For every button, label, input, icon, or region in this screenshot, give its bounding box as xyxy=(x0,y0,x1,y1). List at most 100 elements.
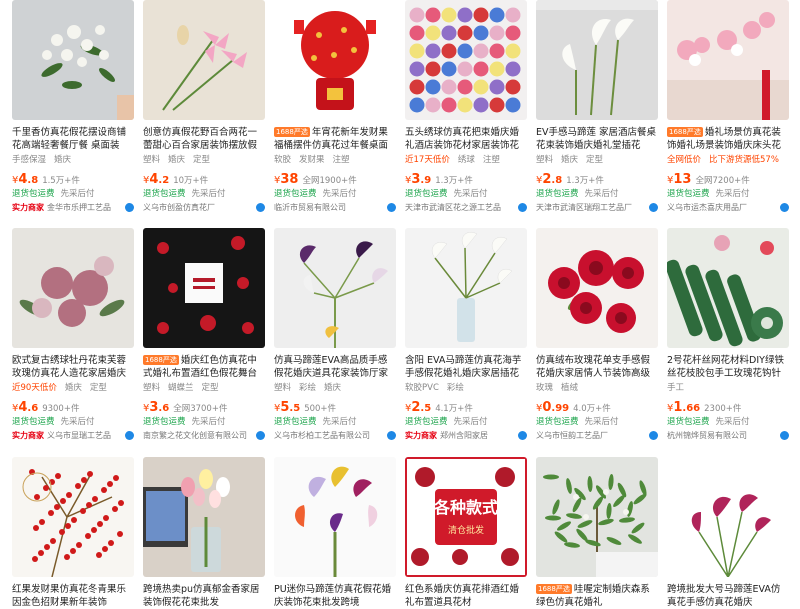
chat-icon[interactable] xyxy=(125,203,134,212)
product-image[interactable] xyxy=(274,228,396,348)
service-info: 退货包运费 先采后付 xyxy=(274,187,396,201)
product-image[interactable] xyxy=(143,457,265,577)
product-image[interactable] xyxy=(405,228,527,348)
chat-icon[interactable] xyxy=(649,203,658,212)
product-title[interactable]: 2号花杆丝网花材料DIY绿铁丝花枝胶包手工玫瑰花钩针 xyxy=(667,354,789,380)
chat-icon[interactable] xyxy=(649,431,658,440)
product-card[interactable]: 红果发财果仿真花冬青果乐因金色招财果新年装饰 xyxy=(12,457,134,609)
chat-icon[interactable] xyxy=(780,203,789,212)
product-card[interactable]: 1688严选 哇喔定制婚庆森系绿色仿真花婚礼 xyxy=(536,457,658,609)
product-title[interactable]: 1688严选 哇喔定制婚庆森系绿色仿真花婚礼 xyxy=(536,583,658,609)
chat-icon[interactable] xyxy=(518,431,527,440)
shop-name[interactable]: 义乌市创盈仿真花厂 xyxy=(143,203,215,212)
product-image[interactable] xyxy=(536,0,658,120)
product-image[interactable] xyxy=(667,0,789,120)
product-title[interactable]: 欧式复古绣球牡丹花束芙蓉玫瑰仿真花人造花家居婚庆 xyxy=(12,354,134,380)
product-card[interactable]: 千里香仿真花假花摆设商铺花高端轻奢餐厅餐 桌面装 手感保湿 婚庆 ¥4.8 1.5万+件… xyxy=(12,0,134,215)
product-card[interactable]: 1688严选婚礼场景仿真花装饰婚礼场景装饰婚庆床头花束全网低价比下游货源低57%… xyxy=(667,0,789,215)
product-image[interactable] xyxy=(12,457,134,577)
product-title[interactable]: 红色系婚庆仿真花排酒红婚礼布置道具花材 xyxy=(405,583,527,609)
shop-name[interactable]: 天津市武清区花之源工艺品 xyxy=(405,203,501,212)
chat-icon[interactable] xyxy=(780,431,789,440)
product-image[interactable] xyxy=(274,0,396,120)
product-title[interactable]: PU迷你马蹄莲仿真花假花婚庆装饰花束批发跨境 xyxy=(274,583,396,609)
product-title[interactable]: EV手感马蹄莲 家居酒店餐桌花束装饰婚庆婚礼堂插花 xyxy=(536,126,658,152)
service-info: 退货包运费 先采后付 xyxy=(12,187,134,201)
shop-info[interactable]: 天津市武清区瑞翔工艺品厂 xyxy=(536,201,658,215)
product-card[interactable]: PU迷你马蹄莲仿真花假花婚庆装饰花束批发跨境 xyxy=(274,457,396,609)
product-card[interactable]: 仿真马蹄莲EVA高品质手感假花婚庆道具花家装饰厅家 塑料 彩绘 婚庆 ¥5.5 500+件… xyxy=(274,228,396,443)
chat-icon[interactable] xyxy=(125,431,134,440)
product-tag: 塑料 xyxy=(143,383,161,393)
shop-name[interactable]: 义乌市杉柏工艺品有限公司 xyxy=(274,431,370,440)
product-title[interactable]: 仿真绒布玫瑰花单支手感假花婚庆家居情人节装饰高级 xyxy=(536,354,658,380)
product-image[interactable] xyxy=(143,0,265,120)
shop-info[interactable]: 临沂市贸易有限公司 xyxy=(274,201,396,215)
shop-info[interactable]: 实力商家 义乌市显瑞工艺品 xyxy=(12,429,134,443)
product-image[interactable] xyxy=(405,0,527,120)
product-image[interactable] xyxy=(274,457,396,577)
product-card[interactable]: 五头绣球仿真花把束婚庆婚礼酒店装饰花材家居装饰花 近17天低价 绣球 注塑 ¥3.9 1.… xyxy=(405,0,527,215)
product-title[interactable]: 千里香仿真花假花摆设商铺花高端轻奢餐厅餐 桌面装 xyxy=(12,126,134,152)
chat-icon[interactable] xyxy=(256,203,265,212)
chat-icon[interactable] xyxy=(387,431,396,440)
product-card[interactable]: 欧式复古绣球牡丹花束芙蓉玫瑰仿真花人造花家居婚庆 近90天低价 婚庆 定型 ¥4.6 93… xyxy=(12,228,134,443)
product-image[interactable] xyxy=(667,457,789,577)
shop-info[interactable]: 南京繁之花文化创意有限公司 xyxy=(143,429,265,443)
product-image[interactable] xyxy=(12,0,134,120)
product-card[interactable]: 各种款式 清仓批发红色系婚庆仿真花排酒红婚礼布置道具花材 xyxy=(405,457,527,609)
product-card[interactable]: 仿真绒布玫瑰花单支手感假花婚庆家居情人节装饰高级 玫瑰 植绒 ¥0.99 4.0万+件退… xyxy=(536,228,658,443)
shop-info[interactable]: 义乌市创盈仿真花厂 xyxy=(143,201,265,215)
product-title[interactable]: 含阳 EVA马蹄莲仿真花海芋手感假花婚礼婚庆家居插花 xyxy=(405,354,527,380)
product-title[interactable]: 1688严选年宵花新年发财果福桶摆件仿真花过年餐桌面装 xyxy=(274,126,396,152)
shop-info[interactable]: 实力商家 郑州含阳家居 xyxy=(405,429,527,443)
shop-info[interactable]: 天津市武清区花之源工艺品 xyxy=(405,201,527,215)
shop-name[interactable]: 临沂市贸易有限公司 xyxy=(274,203,346,212)
product-price: ¥3.9 1.3万+件 xyxy=(405,169,527,187)
selection-badge: 1688严选 xyxy=(274,127,310,137)
product-title[interactable]: 仿真马蹄莲EVA高品质手感假花婚庆道具花家装饰厅家 xyxy=(274,354,396,380)
sold-count: 全网1900+件 xyxy=(302,176,357,186)
shop-name[interactable]: 义乌市恒韵工艺品厂 xyxy=(536,431,608,440)
product-image[interactable] xyxy=(667,228,789,348)
product-card[interactable]: 1688严选婚庆红色仿真花中式婚礼布置酒红色假花舞台路塑料蝴蝶兰定型 ¥3.6全网… xyxy=(143,228,265,443)
product-card[interactable]: 跨境批发大号马蹄莲EVA仿真花手感仿真花婚庆 xyxy=(667,457,789,609)
product-card[interactable]: 2号花杆丝网花材料DIY绿铁丝花枝胶包手工玫瑰花钩针 手工 ¥1.66 2300+件退… xyxy=(667,228,789,443)
shop-name[interactable]: 郑州含阳家居 xyxy=(440,431,488,440)
product-image[interactable] xyxy=(143,228,265,348)
shop-name[interactable]: 义乌市运杰喜庆用品厂 xyxy=(667,203,747,212)
product-card[interactable]: 创意仿真假花野百合两花一蕾甜心百合家居装饰摆放假 塑料 婚庆 定型 ¥4.2 10万+件退… xyxy=(143,0,265,215)
shop-info[interactable]: 义乌市运杰喜庆用品厂 xyxy=(667,201,789,215)
shop-info[interactable]: 义乌市杉柏工艺品有限公司 xyxy=(274,429,396,443)
free-return-label: 退货包运费 xyxy=(667,417,710,427)
shop-name[interactable]: 杭州锦烨贸易有限公司 xyxy=(667,431,747,440)
product-tag: 婚庆 xyxy=(54,155,72,165)
product-title[interactable]: 红果发财果仿真花冬青果乐因金色招财果新年装饰 xyxy=(12,583,134,609)
product-card[interactable]: 跨境热卖pu仿真郁金香家居装饰假花花束批发 xyxy=(143,457,265,609)
shop-name[interactable]: 金华市乐押工艺品 xyxy=(47,203,111,212)
chat-icon[interactable] xyxy=(518,203,527,212)
product-title[interactable]: 跨境批发大号马蹄莲EVA仿真花手感仿真花婚庆 xyxy=(667,583,789,609)
chat-icon[interactable] xyxy=(256,431,265,440)
product-title[interactable]: 五头绣球仿真花把束婚庆婚礼酒店装饰花材家居装饰花 xyxy=(405,126,527,152)
shop-name[interactable]: 义乌市显瑞工艺品 xyxy=(47,431,111,440)
shop-info[interactable]: 实力商家 金华市乐押工艺品 xyxy=(12,201,134,215)
shop-name[interactable]: 天津市武清区瑞翔工艺品厂 xyxy=(536,203,632,212)
product-title[interactable]: 1688严选婚庆红色仿真花中式婚礼布置酒红色假花舞台路 xyxy=(143,354,265,380)
price-decimal: .8 xyxy=(551,175,563,186)
chat-icon[interactable] xyxy=(387,203,396,212)
shop-info[interactable]: 杭州锦烨贸易有限公司 xyxy=(667,429,789,443)
product-image[interactable] xyxy=(536,228,658,348)
product-title[interactable]: 1688严选婚礼场景仿真花装饰婚礼场景装饰婚庆床头花束 xyxy=(667,126,789,152)
product-title[interactable]: 创意仿真假花野百合两花一蕾甜心百合家居装饰摆放假 xyxy=(143,126,265,152)
product-card[interactable]: 含阳 EVA马蹄莲仿真花海芋手感假花婚礼婚庆家居插花 软胶PVC 彩绘 ¥2.5 4.1… xyxy=(405,228,527,443)
shop-info[interactable]: 义乌市恒韵工艺品厂 xyxy=(536,429,658,443)
free-return-label: 退货包运费 xyxy=(143,417,186,427)
shop-name[interactable]: 南京繁之花文化创意有限公司 xyxy=(143,431,247,440)
product-image[interactable] xyxy=(12,228,134,348)
product-image[interactable]: 各种款式 清仓批发 xyxy=(405,457,527,577)
product-card[interactable]: EV手感马蹄莲 家居酒店餐桌花束装饰婚庆婚礼堂插花 塑料 婚庆 定型 ¥2.8 1.3万+… xyxy=(536,0,658,215)
product-image[interactable] xyxy=(536,457,658,577)
product-title[interactable]: 跨境热卖pu仿真郁金香家居装饰假花花束批发 xyxy=(143,583,265,609)
product-card[interactable]: 1688严选年宵花新年发财果福桶摆件仿真花过年餐桌面装软胶发财果注塑 ¥38全网1… xyxy=(274,0,396,215)
